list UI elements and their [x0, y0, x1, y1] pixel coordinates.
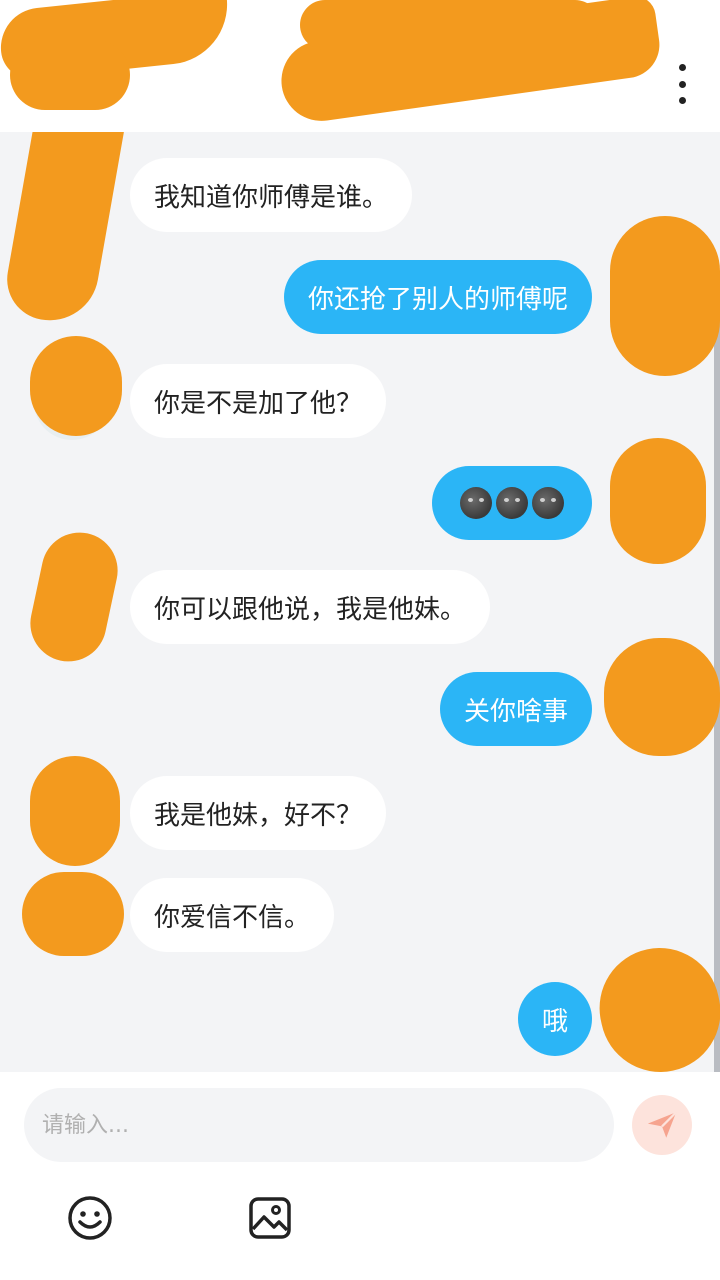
redaction-mark: [300, 0, 600, 50]
send-button[interactable]: [632, 1095, 692, 1155]
redaction-mark: [22, 872, 124, 956]
new-moon-face-icon: [496, 487, 528, 519]
redaction-mark: [23, 525, 125, 669]
more-vertical-icon: [678, 64, 686, 71]
more-vertical-icon-dot: [678, 97, 686, 104]
top-bar: [0, 0, 720, 132]
image-icon: [249, 1197, 291, 1239]
emoji-icon: [68, 1196, 112, 1240]
message-bubble[interactable]: 你是不是加了他？: [130, 364, 387, 438]
redaction-mark: [30, 756, 120, 866]
more-options-button[interactable]: [672, 64, 692, 104]
new-moon-face-icon: [532, 487, 564, 519]
redaction-mark: [610, 438, 706, 564]
message-composer: [0, 1072, 720, 1280]
message-bubble[interactable]: 你可以跟他说，我是他妹。: [130, 570, 491, 644]
more-vertical-icon-dot: [678, 80, 686, 88]
redaction-mark: [10, 40, 130, 110]
message-bubble[interactable]: 关你啥事: [439, 672, 592, 746]
message-bubble[interactable]: [432, 466, 592, 540]
message-bubble[interactable]: 你爱信不信。: [130, 878, 335, 952]
redaction-mark: [610, 216, 720, 376]
redaction-mark: [30, 336, 122, 436]
send-icon: [647, 1111, 677, 1138]
chat-area[interactable]: 我知道你师傅是谁。 你还抢了别人的师傅呢 你是不是加了他？ 你可以跟他说，我是他…: [0, 132, 720, 1072]
emoji-button[interactable]: [66, 1194, 114, 1242]
image-button[interactable]: [246, 1194, 294, 1242]
message-bubble[interactable]: 我是他妹，好不？: [130, 776, 387, 850]
new-moon-face-icon: [460, 487, 492, 519]
message-bubble[interactable]: 你还抢了别人的师傅呢: [283, 260, 592, 334]
redaction-mark: [604, 638, 720, 756]
message-input[interactable]: [24, 1088, 614, 1162]
message-bubble[interactable]: 哦: [517, 982, 592, 1056]
message-bubble[interactable]: 我知道你师傅是谁。: [130, 158, 413, 232]
